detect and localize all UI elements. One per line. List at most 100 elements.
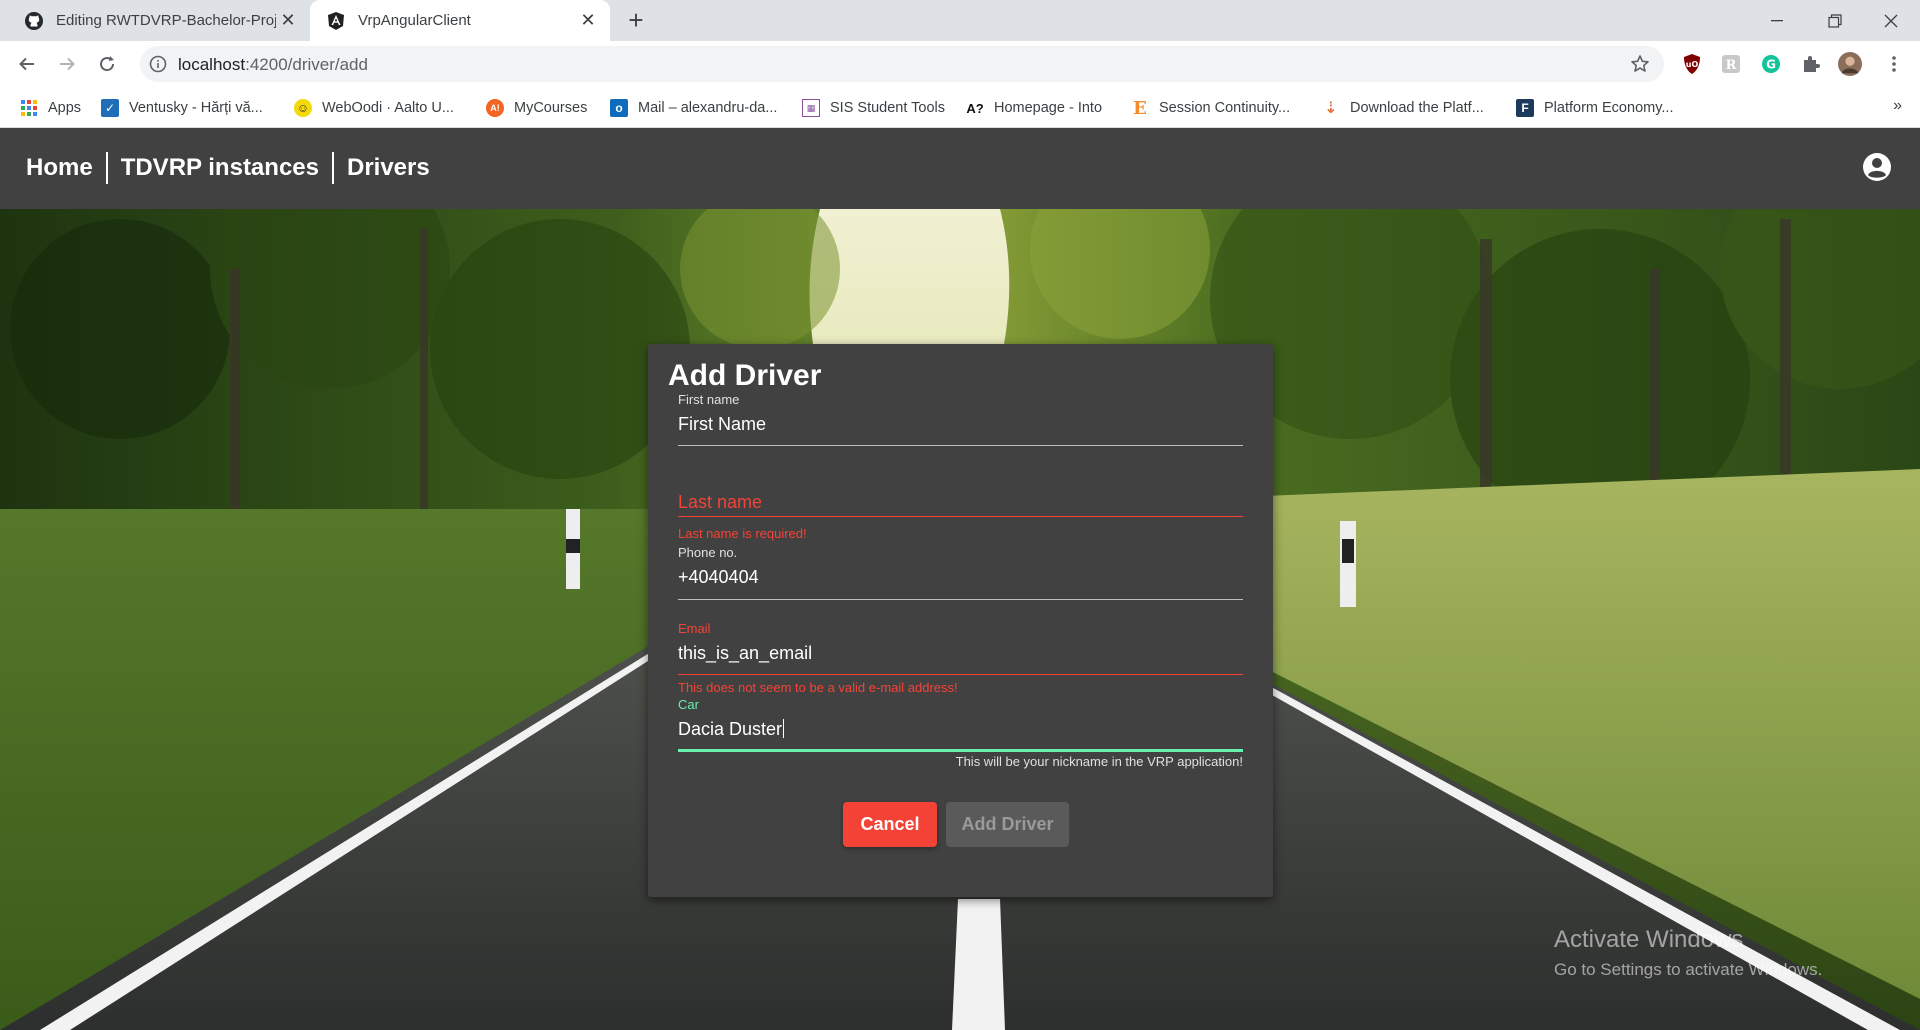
ventusky-icon: ✓ [101, 99, 119, 117]
activate-windows-watermark: Activate Windows Go to Settings to activ… [1554, 926, 1822, 980]
first-name-field[interactable]: First name First Name [678, 392, 1243, 448]
browser-menu-icon[interactable] [1882, 52, 1906, 76]
forward-icon[interactable] [53, 50, 81, 78]
ublock-icon[interactable]: uO [1680, 52, 1704, 76]
bookmark-label: Mail – alexandru-da... [638, 100, 778, 116]
add-driver-button[interactable]: Add Driver [946, 802, 1069, 847]
car-hint: This will be your nickname in the VRP ap… [955, 754, 1243, 769]
car-input-value: Dacia Duster [678, 719, 785, 740]
last-name-placeholder: Last name [678, 492, 763, 512]
reload-icon[interactable] [93, 50, 121, 78]
nav-home-link[interactable]: Home [26, 152, 106, 184]
text-caret [783, 719, 785, 738]
bookmark-label: Homepage - Into [994, 100, 1103, 116]
angular-icon [326, 11, 346, 31]
close-window-icon[interactable] [1862, 0, 1920, 41]
watermark-subtitle: Go to Settings to activate Windows. [1554, 960, 1823, 979]
aalto-icon: A! [486, 99, 504, 117]
phone-underline [678, 599, 1243, 600]
bookmark-star-icon[interactable] [1630, 54, 1650, 74]
email-label: Email [678, 621, 711, 636]
bookmark-label: SIS Student Tools [830, 100, 946, 116]
tab-vrp-client[interactable]: VrpAngularClient ✕ [310, 0, 610, 41]
main-nav: Home TDVRP instances Drivers [26, 152, 443, 184]
car-underline [678, 749, 1243, 752]
add-driver-card: Add Driver First name First Name Last na… [648, 344, 1273, 897]
form-title: Add Driver [668, 359, 822, 392]
last-name-field[interactable]: Last name [678, 452, 1243, 518]
bookmark-label: Session Continuity... [1159, 100, 1291, 116]
address-bar[interactable]: localhost:4200/driver/add [140, 46, 1664, 82]
bookmark-label: WebOodi · Aalto U... [322, 100, 454, 116]
bookmark-platform-economy[interactable]: F Platform Economy... [1516, 97, 1673, 119]
e-icon: E [1133, 97, 1147, 119]
new-tab-button[interactable]: + [622, 7, 650, 34]
tab-editing-repo[interactable]: Editing RWTDVRP-Bachelor-Proje ✕ [0, 0, 310, 41]
bookmarks-bar: Apps ✓ Ventusky - Hărți vă... ☺ WebOodi … [0, 87, 1920, 128]
back-icon[interactable] [13, 50, 41, 78]
close-tab-icon[interactable]: ✕ [276, 9, 300, 33]
nav-drivers-link[interactable]: Drivers [334, 152, 443, 184]
bookmark-mail[interactable]: o Mail – alexandru-da... [610, 97, 777, 119]
browser-tab-strip: Editing RWTDVRP-Bachelor-Proje ✕ VrpAngu… [0, 0, 1920, 41]
email-underline [678, 674, 1243, 675]
first-name-underline [678, 445, 1243, 446]
account-circle-icon[interactable] [1862, 152, 1892, 182]
car-value: Dacia Duster [678, 719, 783, 739]
reader-extension-icon[interactable]: R [1719, 52, 1743, 76]
email-field[interactable]: Email this_is_an_email [678, 621, 1243, 677]
phone-label: Phone no. [678, 545, 738, 560]
tab-title: VrpAngularClient [358, 12, 471, 29]
into-icon: A? [966, 100, 984, 116]
apps-grid-icon [20, 99, 38, 117]
url-text: localhost:4200/driver/add [178, 55, 368, 75]
bookmark-sis[interactable]: ▦ SIS Student Tools [802, 97, 945, 119]
bookmark-label: MyCourses [514, 100, 588, 116]
bookmark-apps[interactable]: Apps [20, 97, 81, 119]
bookmark-mycourses[interactable]: A! MyCourses [486, 97, 587, 119]
last-name-error: Last name is required! [678, 526, 807, 541]
watermark-title: Activate Windows [1554, 926, 1744, 953]
bookmark-into[interactable]: A? Homepage - Into [966, 97, 1102, 119]
svg-text:uO: uO [1686, 60, 1699, 69]
phone-value: +4040404 [678, 567, 759, 587]
bookmark-label: Ventusky - Hărți vă... [129, 100, 263, 116]
github-icon [24, 11, 44, 31]
site-info-icon[interactable] [149, 55, 167, 73]
bookmark-ventusky[interactable]: ✓ Ventusky - Hărți vă... [101, 97, 263, 119]
last-name-underline [678, 516, 1243, 517]
bookmark-session[interactable]: E Session Continuity... [1131, 97, 1290, 119]
svg-text:R: R [1726, 58, 1737, 73]
tab-title: Editing RWTDVRP-Bachelor-Proje [56, 12, 276, 29]
profile-avatar[interactable] [1838, 52, 1862, 76]
weboodi-icon: ☺ [294, 99, 312, 117]
sis-icon: ▦ [802, 99, 820, 117]
extensions-puzzle-icon[interactable] [1799, 52, 1823, 76]
url-path: :4200/driver/add [245, 55, 368, 74]
f-icon: F [1516, 99, 1534, 117]
bookmark-label: Platform Economy... [1544, 100, 1674, 116]
outlook-icon: o [610, 99, 628, 117]
cancel-button[interactable]: Cancel [843, 802, 937, 847]
minimize-window-icon[interactable] [1748, 0, 1806, 41]
bookmark-label: Download the Platf... [1350, 100, 1484, 116]
email-value: this_is_an_email [678, 643, 813, 663]
app-header: Home TDVRP instances Drivers [0, 128, 1920, 209]
grammarly-icon[interactable]: G [1759, 52, 1783, 76]
nav-instances-link[interactable]: TDVRP instances [108, 152, 332, 184]
browser-toolbar: localhost:4200/driver/add uO R G [0, 41, 1920, 87]
first-name-label: First name [678, 392, 740, 407]
email-error: This does not seem to be a valid e-mail … [678, 680, 958, 695]
car-field[interactable]: Car Dacia Duster [678, 697, 1243, 757]
bookmark-weboodi[interactable]: ☺ WebOodi · Aalto U... [294, 97, 454, 119]
restore-window-icon[interactable] [1806, 0, 1864, 41]
phone-field[interactable]: Phone no. +4040404 [678, 545, 1243, 601]
url-host: localhost [178, 55, 246, 74]
first-name-value: First Name [678, 414, 767, 434]
car-label: Car [678, 697, 699, 712]
more-bookmarks-chevron-icon[interactable]: » [1893, 97, 1902, 115]
close-tab-icon[interactable]: ✕ [576, 9, 600, 33]
bookmark-label: Apps [48, 100, 82, 116]
bookmark-download[interactable]: ⇣ Download the Platf... [1322, 97, 1484, 119]
platform-download-icon: ⇣ [1324, 100, 1338, 117]
